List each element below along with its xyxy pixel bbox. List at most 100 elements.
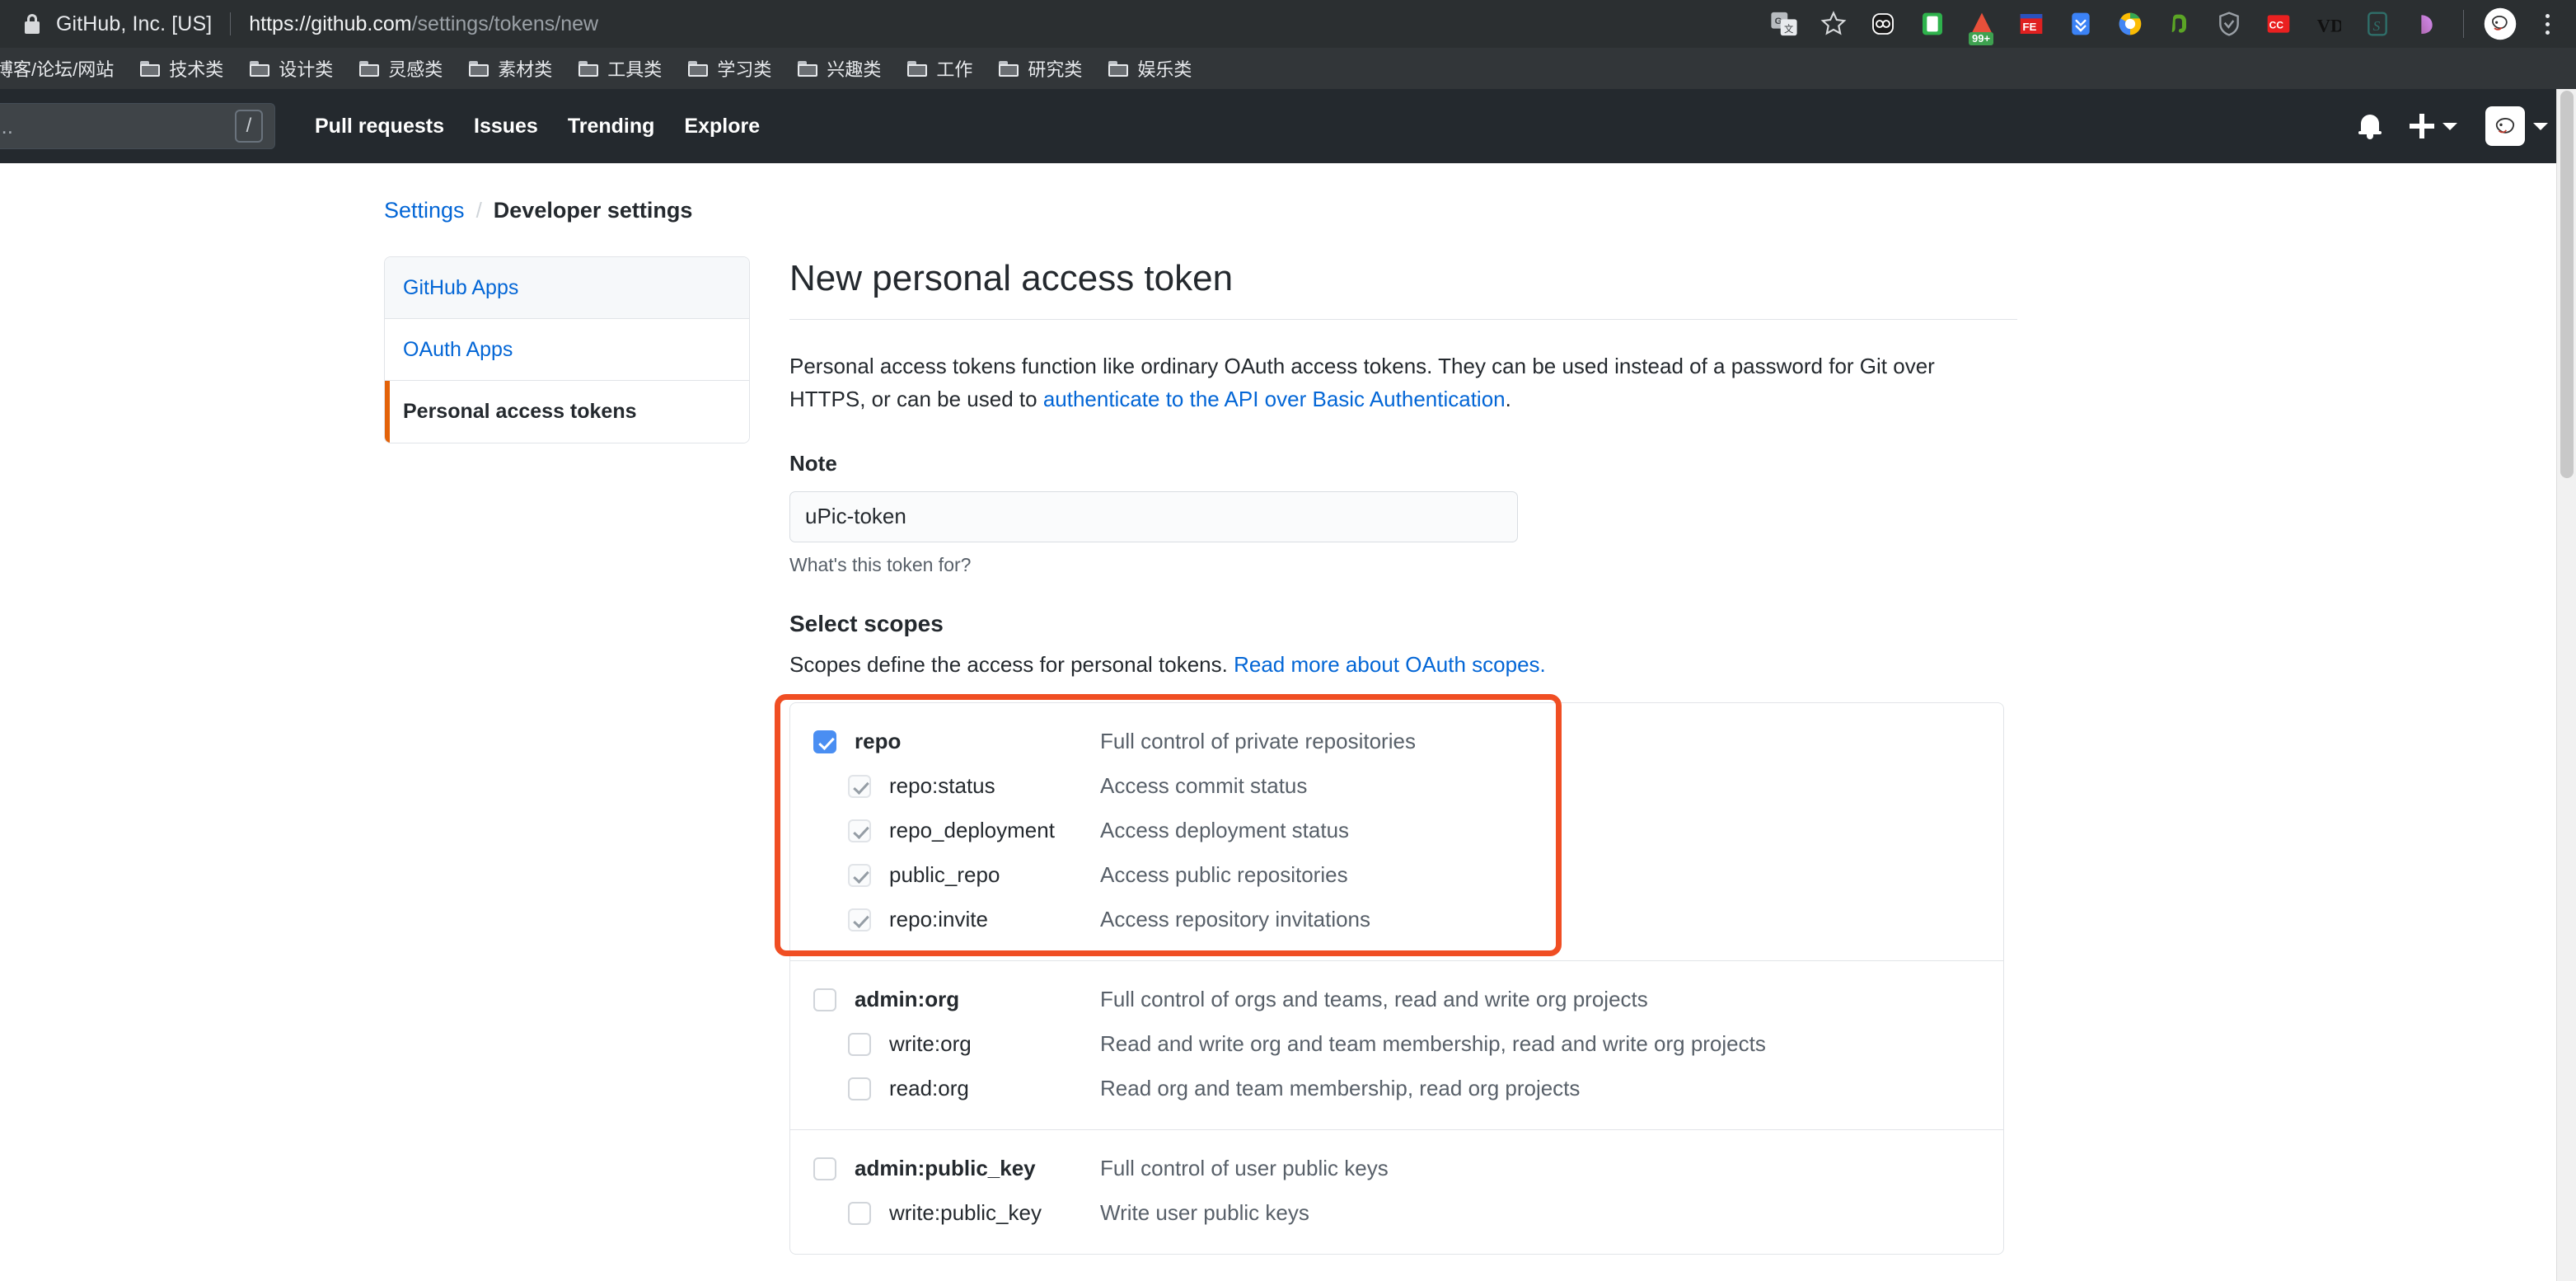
developer-settings-sidebar: GitHub Apps OAuth Apps Personal access t… (384, 256, 750, 443)
scope-group-admin-public-key: admin:public_key Full control of user pu… (790, 1130, 2003, 1254)
scope-row-repo-status[interactable]: repo:status Access commit status (790, 764, 2003, 809)
basic-auth-link[interactable]: authenticate to the API over Basic Authe… (1043, 387, 1506, 411)
scope-description: Write user public keys (1100, 1200, 1309, 1226)
svg-text:VD: VD (2317, 15, 2341, 35)
bookmark-item[interactable]: 工具类 (569, 52, 672, 85)
sidebar-item-github-apps[interactable]: GitHub Apps (385, 257, 749, 319)
bookmark-label: 技术类 (169, 59, 224, 80)
checkbox-repo-deployment[interactable] (848, 819, 871, 842)
search-input[interactable]: h or jump to... / (0, 103, 275, 149)
chevron-down-icon (2533, 122, 2548, 130)
checkbox-write-org[interactable] (848, 1032, 871, 1056)
feedly-icon[interactable]: 99+ (1962, 4, 2002, 45)
folder-icon (688, 60, 709, 77)
checkbox-admin-org[interactable] (813, 988, 836, 1011)
bookmark-item[interactable]: 学习类 (678, 52, 781, 85)
breadcrumb-current: Developer settings (493, 198, 693, 223)
feedly-badge: 99+ (1969, 31, 1994, 45)
download-chevrons-icon[interactable] (2061, 4, 2101, 44)
note-input[interactable]: uPic-token (789, 490, 1518, 542)
vd-downloader-icon[interactable]: VD (2308, 4, 2348, 44)
url-path: /settings/tokens/new (411, 12, 599, 35)
bookmark-item[interactable]: 娱乐类 (1098, 52, 1201, 85)
bookmark-item[interactable]: 技术类 (130, 52, 233, 85)
bookmark-item[interactable]: 兴趣类 (788, 52, 891, 85)
scope-description: Access commit status (1100, 773, 1308, 799)
user-menu-button[interactable] (2485, 106, 2548, 146)
bookmark-label: 娱乐类 (1137, 59, 1192, 80)
nav-pull-requests[interactable]: Pull requests (315, 115, 444, 138)
bookmark-item[interactable]: 博客/论坛/网站 (0, 52, 124, 85)
omnibox-divider (230, 12, 232, 35)
scope-row-public-repo[interactable]: public_repo Access public repositories (790, 853, 2003, 898)
omnibox[interactable]: GitHub, Inc. [US] https://github.com/set… (0, 0, 2576, 48)
google-translate-icon[interactable]: G文 (1764, 4, 1804, 44)
colorpick-icon[interactable] (2110, 4, 2150, 44)
scope-row-repo-deployment[interactable]: repo_deployment Access deployment status (790, 809, 2003, 853)
bookmark-item[interactable]: 素材类 (459, 52, 562, 85)
scope-name: public_repo (889, 862, 1000, 888)
scope-row-admin-org[interactable]: admin:org Full control of orgs and teams… (790, 978, 2003, 1022)
fe-extension-icon[interactable]: FE (2012, 4, 2051, 44)
nav-explore[interactable]: Explore (684, 115, 760, 138)
bell-icon[interactable] (2358, 113, 2382, 139)
bookmark-star-icon[interactable] (1814, 4, 1853, 44)
scope-row-write-org[interactable]: write:org Read and write org and team me… (790, 1022, 2003, 1067)
scope-description: Access repository invitations (1100, 907, 1371, 932)
nav-trending[interactable]: Trending (568, 115, 655, 138)
url-text[interactable]: https://github.com/settings/tokens/new (249, 12, 598, 36)
scope-row-admin-public-key[interactable]: admin:public_key Full control of user pu… (790, 1147, 2003, 1191)
checkbox-public-repo[interactable] (848, 863, 871, 887)
checkbox-read-org[interactable] (848, 1077, 871, 1100)
scope-name: repo:invite (889, 907, 988, 932)
bookmark-label: 灵感类 (388, 59, 443, 80)
scope-name: write:org (889, 1031, 972, 1057)
scope-row-read-org[interactable]: read:org Read org and team membership, r… (790, 1067, 2003, 1111)
shield-extension-icon[interactable] (2209, 4, 2249, 44)
gradient-extension-icon[interactable] (2407, 4, 2447, 44)
checkbox-repo[interactable] (813, 730, 836, 753)
bookmark-item[interactable]: 设计类 (240, 52, 343, 85)
s-extension-icon[interactable]: S (2358, 4, 2397, 44)
pocket-icon[interactable] (1863, 4, 1903, 44)
scope-row-write-public-key[interactable]: write:public_key Write user public keys (790, 1191, 2003, 1236)
scope-row-repo[interactable]: repo Full control of private repositorie… (790, 720, 2003, 764)
bookmark-item[interactable]: 工作 (897, 52, 982, 85)
scopes-sub-text: Scopes define the access for personal to… (789, 651, 1234, 677)
scopes-wrapper: repo Full control of private repositorie… (775, 693, 2017, 1255)
bookmark-item[interactable]: 研究类 (989, 52, 1092, 85)
github-header: h or jump to... / Pull requests Issues T… (0, 89, 2576, 163)
svg-text:CC: CC (2269, 19, 2284, 30)
bookmark-label: 研究类 (1028, 59, 1083, 80)
profile-avatar-icon[interactable] (2480, 4, 2520, 44)
scrollbar-thumb[interactable] (2560, 91, 2574, 478)
checkbox-repo-invite[interactable] (848, 908, 871, 931)
bookmark-label: 学习类 (717, 59, 772, 80)
checkbox-repo-status[interactable] (848, 774, 871, 798)
site-identity-label: GitHub, Inc. [US] (56, 12, 213, 35)
checkbox-write-public-key[interactable] (848, 1201, 871, 1225)
scope-group-admin-org: admin:org Full control of orgs and teams… (790, 961, 2003, 1130)
create-new-button[interactable] (2410, 114, 2457, 138)
sidebar-item-personal-access-tokens[interactable]: Personal access tokens (385, 381, 749, 443)
chrome-menu-icon[interactable] (2533, 4, 2561, 44)
folder-icon (907, 60, 928, 77)
scope-row-repo-invite[interactable]: repo:invite Access repository invitation… (790, 898, 2003, 942)
github-header-actions (2358, 106, 2548, 146)
bookmark-item[interactable]: 灵感类 (349, 52, 452, 85)
scope-description: Access public repositories (1100, 862, 1348, 888)
scope-name: write:public_key (889, 1200, 1042, 1226)
green-phone-icon[interactable] (1913, 4, 1952, 44)
nav-issues[interactable]: Issues (474, 115, 538, 138)
select-scopes-subtitle: Scopes define the access for personal to… (789, 652, 2017, 678)
checkbox-admin-public-key[interactable] (813, 1157, 836, 1180)
page-scrollbar[interactable] (2556, 89, 2576, 1281)
cc-subtitles-icon[interactable]: CC (2259, 4, 2298, 44)
github-nav: Pull requests Issues Trending Explore (315, 115, 760, 138)
sidebar-item-oauth-apps[interactable]: OAuth Apps (385, 319, 749, 381)
scope-description: Read and write org and team membership, … (1100, 1031, 1766, 1057)
oauth-scopes-link[interactable]: Read more about OAuth scopes. (1234, 652, 1546, 677)
evernote-icon[interactable] (2160, 4, 2199, 44)
folder-icon (999, 60, 1019, 77)
breadcrumb-settings-link[interactable]: Settings (384, 198, 465, 223)
